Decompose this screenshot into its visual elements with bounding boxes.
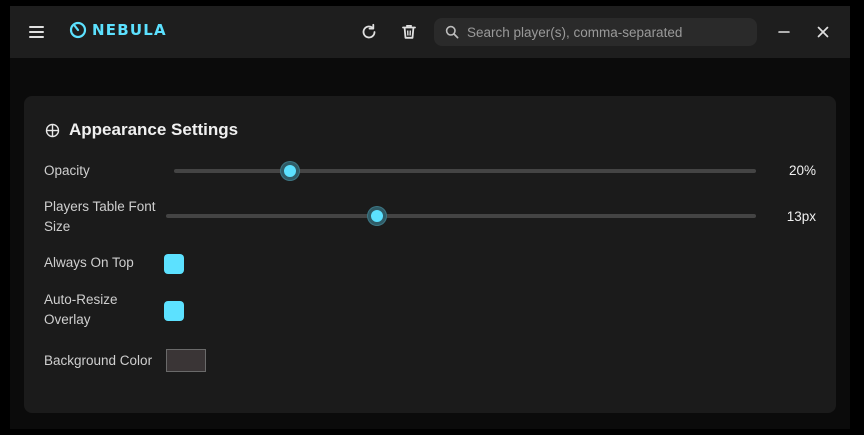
auto-resize-checkbox[interactable] xyxy=(164,301,184,321)
opacity-value: 20% xyxy=(788,163,816,178)
card-header: Appearance Settings xyxy=(45,120,238,140)
appearance-settings-card: Appearance Settings Opacity 20% Players … xyxy=(24,96,836,413)
plus-circle-icon xyxy=(45,123,60,137)
close-icon[interactable] xyxy=(813,22,833,42)
font-size-label: Players Table Font Size xyxy=(44,199,156,234)
slider-track xyxy=(174,169,756,173)
search-icon xyxy=(445,25,459,39)
refresh-icon[interactable] xyxy=(359,22,379,42)
always-on-top-checkbox[interactable] xyxy=(164,254,184,274)
background-color-swatch[interactable] xyxy=(166,349,206,372)
nebula-logo-icon xyxy=(69,21,87,39)
search-box xyxy=(434,18,757,46)
title-bar: NEBULA xyxy=(10,6,850,58)
app-window: NEBULA Search player(s), comma-separated… xyxy=(10,6,850,429)
always-on-top-label: Always On Top xyxy=(44,255,134,270)
trash-icon[interactable] xyxy=(399,22,419,42)
card-title: Appearance Settings xyxy=(69,120,239,139)
opacity-label: Opacity xyxy=(44,163,90,178)
slider-track xyxy=(166,214,756,218)
app-logo: NEBULA xyxy=(69,21,167,39)
font-size-slider-thumb[interactable] xyxy=(367,207,386,225)
minimize-icon[interactable] xyxy=(774,22,794,42)
search-input[interactable] xyxy=(467,24,747,40)
hamburger-menu-icon[interactable] xyxy=(27,23,47,41)
background-color-label: Background Color xyxy=(44,353,153,368)
auto-resize-label: Auto-Resize Overlay xyxy=(44,292,118,327)
opacity-slider-thumb[interactable] xyxy=(281,162,300,180)
font-size-slider[interactable] xyxy=(166,207,756,225)
font-size-value: 13px xyxy=(786,209,816,224)
app-name: NEBULA xyxy=(92,21,167,39)
opacity-slider[interactable] xyxy=(174,162,756,180)
